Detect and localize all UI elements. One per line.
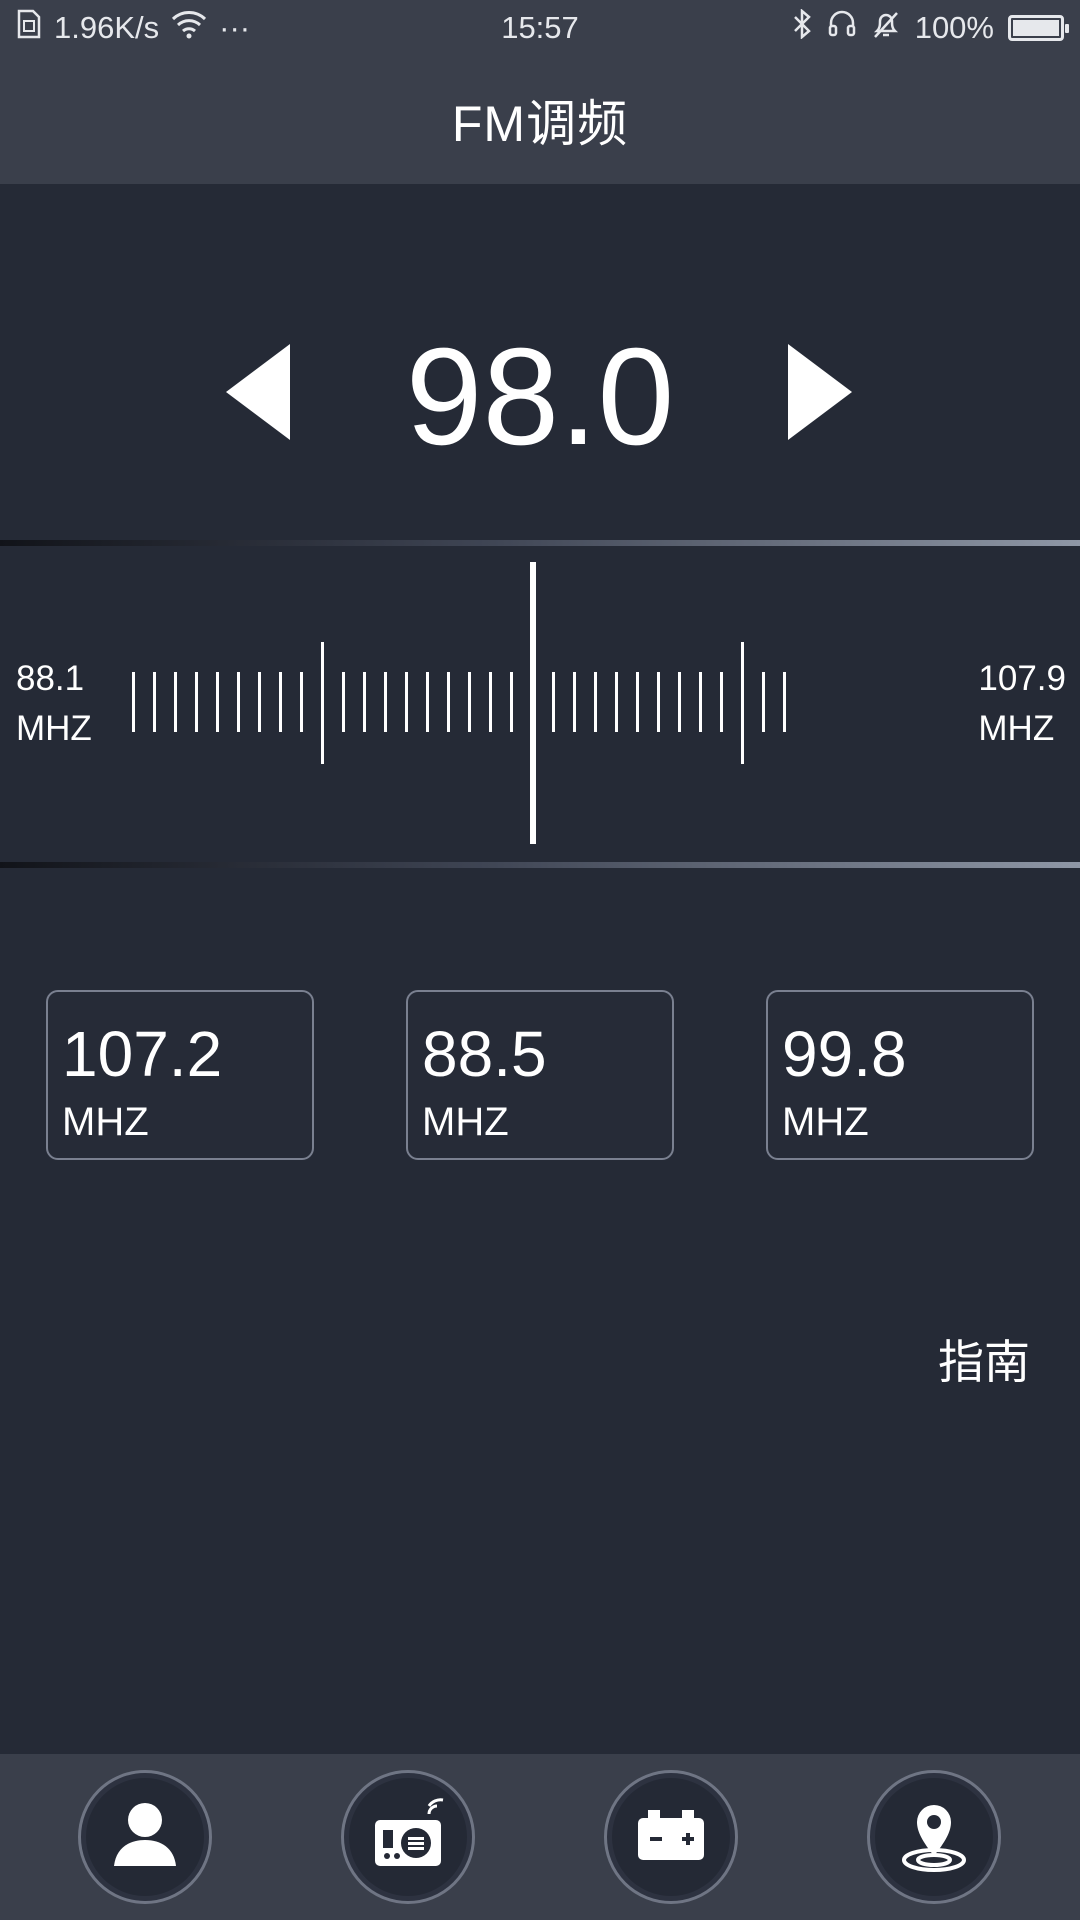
preset-button[interactable]: 88.5 MHZ	[406, 990, 674, 1160]
nav-battery-button[interactable]	[604, 1770, 738, 1904]
preset-unit: MHZ	[782, 1100, 869, 1144]
dial-minor-tick	[678, 672, 681, 732]
max-frequency-unit: MHZ	[978, 709, 1055, 748]
frequency-display: 98.0	[0, 300, 1080, 500]
dial-minor-tick	[468, 672, 471, 732]
title-bar: FM调频	[0, 56, 1080, 184]
battery-percent: 100%	[914, 10, 994, 45]
dial-major-tick	[321, 642, 324, 764]
dial-minor-tick	[426, 672, 429, 732]
preset-frequency: 88.5	[422, 1018, 547, 1090]
dial-ticks	[0, 548, 1080, 864]
nav-radio-button[interactable]	[341, 1770, 475, 1904]
dial-minor-tick	[195, 672, 198, 732]
dial-minor-tick	[636, 672, 639, 732]
dial-minor-tick	[657, 672, 660, 732]
dial-minor-tick	[153, 672, 156, 732]
previous-station-arrow-icon[interactable]	[226, 344, 290, 440]
preset-unit: MHZ	[422, 1100, 509, 1144]
preset-button[interactable]: 99.8 MHZ	[766, 990, 1034, 1160]
dial-minor-tick	[783, 672, 786, 732]
dial-minor-tick	[258, 672, 261, 732]
next-station-arrow-icon[interactable]	[788, 344, 852, 440]
dial-minor-tick	[363, 672, 366, 732]
dial-minor-tick	[594, 672, 597, 732]
bluetooth-icon	[791, 8, 813, 47]
dial-minor-tick	[489, 672, 492, 732]
nav-location-button[interactable]	[867, 1770, 1001, 1904]
bell-muted-icon	[871, 9, 901, 47]
dial-minor-tick	[720, 672, 723, 732]
preset-unit: MHZ	[62, 1100, 149, 1144]
max-frequency-label: 107.9 MHZ	[978, 654, 1066, 754]
preset-button[interactable]: 107.2 MHZ	[46, 990, 314, 1160]
dial-minor-tick	[573, 672, 576, 732]
page-title: FM调频	[451, 96, 629, 152]
dial-minor-tick	[552, 672, 555, 732]
fm-radio-screen: 1.96K/s ··· 15:57 100% FM调频 98.0 88.1 MH…	[0, 0, 1080, 1920]
location-pin-icon	[889, 1790, 979, 1885]
dial-minor-tick	[447, 672, 450, 732]
dial-minor-tick	[300, 672, 303, 732]
dial-minor-tick	[174, 672, 177, 732]
preset-frequency: 99.8	[782, 1018, 907, 1090]
battery-icon	[1008, 15, 1069, 41]
dial-top-divider	[0, 540, 1080, 546]
dial-minor-tick	[699, 672, 702, 732]
tuning-dial[interactable]: 88.1 MHZ 107.9 MHZ	[0, 548, 1080, 864]
dial-minor-tick	[762, 672, 765, 732]
dial-minor-tick	[342, 672, 345, 732]
dial-bottom-divider	[0, 862, 1080, 868]
headset-icon	[827, 9, 857, 47]
nav-profile-button[interactable]	[78, 1770, 212, 1904]
current-frequency: 98.0	[405, 320, 675, 474]
dial-minor-tick	[510, 672, 513, 732]
dial-minor-tick	[237, 672, 240, 732]
guide-link[interactable]: 指南	[938, 1333, 1030, 1391]
status-right: 100%	[791, 8, 1069, 47]
preset-frequency: 107.2	[62, 1018, 223, 1090]
dial-needle[interactable]	[530, 562, 536, 844]
dial-minor-tick	[132, 672, 135, 732]
dial-minor-tick	[405, 672, 408, 732]
dial-minor-tick	[216, 672, 219, 732]
max-frequency-value: 107.9	[978, 659, 1066, 698]
user-icon	[100, 1790, 190, 1885]
dial-major-tick	[741, 642, 744, 764]
battery-charge-icon	[626, 1790, 716, 1885]
dial-minor-tick	[615, 672, 618, 732]
status-bar: 1.96K/s ··· 15:57 100%	[0, 0, 1080, 56]
bottom-nav	[0, 1754, 1080, 1920]
dial-minor-tick	[279, 672, 282, 732]
radio-icon	[363, 1790, 453, 1885]
dial-minor-tick	[384, 672, 387, 732]
